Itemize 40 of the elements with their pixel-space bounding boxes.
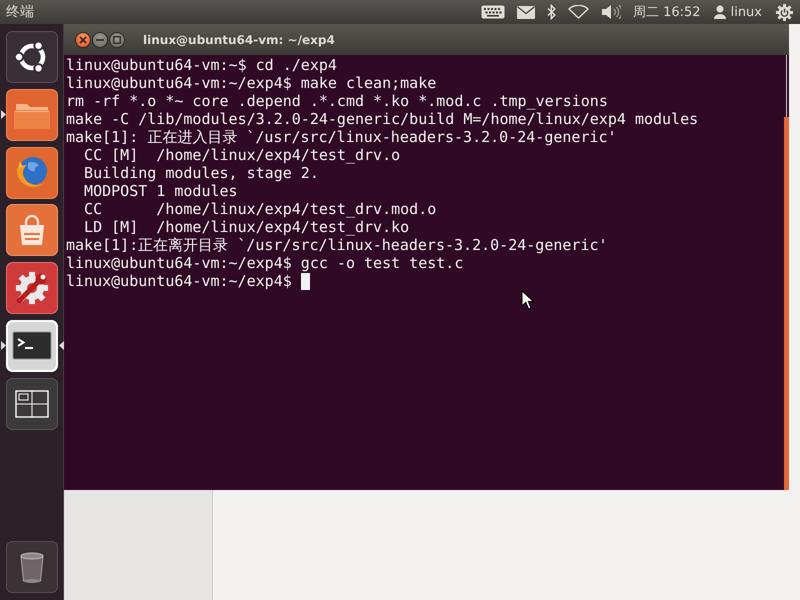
minimize-icon <box>96 39 104 41</box>
mail-icon[interactable] <box>516 6 535 18</box>
window-title: linux@ubuntu64-vm: ~/exp4 <box>143 33 335 47</box>
terminal-line: linux@ubuntu64-vm:~/exp4$ make clean;make <box>66 74 436 92</box>
terminal-line: make[1]: 正在进入目录 `/usr/src/linux-headers-3.2.0-24-generic' <box>66 128 617 146</box>
maximize-icon <box>113 36 121 44</box>
volume-icon[interactable] <box>600 4 621 20</box>
terminal-line: linux@ubuntu64-vm:~/exp4$ <box>66 272 292 290</box>
workspace-grid-icon[interactable] <box>6 378 58 430</box>
terminal-line: CC [M] /home/linux/exp4/test_drv.o <box>83 146 400 164</box>
user-name[interactable]: linux <box>730 4 762 20</box>
app-title: 终端 <box>6 3 34 21</box>
gear-wrench-icon[interactable] <box>6 262 58 314</box>
terminal-line: MODPOST 1 modules <box>83 182 238 200</box>
terminal-line: linux@ubuntu64-vm:~/exp4$ gcc -o test test.c <box>66 254 464 272</box>
terminal-line: Building modules, stage 2. <box>83 164 319 182</box>
close-icon <box>79 36 87 44</box>
maximize-button[interactable] <box>109 32 125 48</box>
power-icon[interactable] <box>776 4 793 20</box>
minimize-button[interactable] <box>92 32 108 48</box>
close-button[interactable] <box>75 32 91 48</box>
terminal-line: linux@ubuntu64-vm:~$ cd ./exp4 <box>66 56 337 74</box>
keyboard-icon[interactable] <box>480 5 505 19</box>
mouse-pointer-icon <box>521 290 534 310</box>
globe-icon[interactable] <box>6 146 58 199</box>
wifi-icon[interactable] <box>568 5 589 19</box>
trash-icon[interactable] <box>6 541 58 593</box>
terminal-line: make[1]:正在离开目录 `/usr/src/linux-headers-3.2.0-24-generic' <box>66 236 608 254</box>
folder-icon[interactable] <box>6 88 58 141</box>
clock[interactable]: 周二 16:52 <box>632 3 701 21</box>
terminal-line: CC /home/linux/exp4/test_drv.mod.o <box>83 200 436 218</box>
terminal-line: rm -rf *.o *~ core .depend .*.cmd *.ko *.mod.c .tmp_versions <box>66 92 608 110</box>
text-cursor <box>300 272 310 290</box>
terminal-icon[interactable] <box>6 320 58 372</box>
user-icon[interactable] <box>714 5 726 19</box>
bluetooth-icon[interactable] <box>546 4 556 20</box>
logo-icon[interactable] <box>6 31 58 83</box>
terminal-line: make -C /lib/modules/3.2.0-24-generic/build M=/home/linux/exp4 modules <box>66 110 698 128</box>
terminal-line: LD [M] /home/linux/exp4/test_drv.ko <box>83 218 410 236</box>
bag-icon[interactable] <box>6 204 58 256</box>
